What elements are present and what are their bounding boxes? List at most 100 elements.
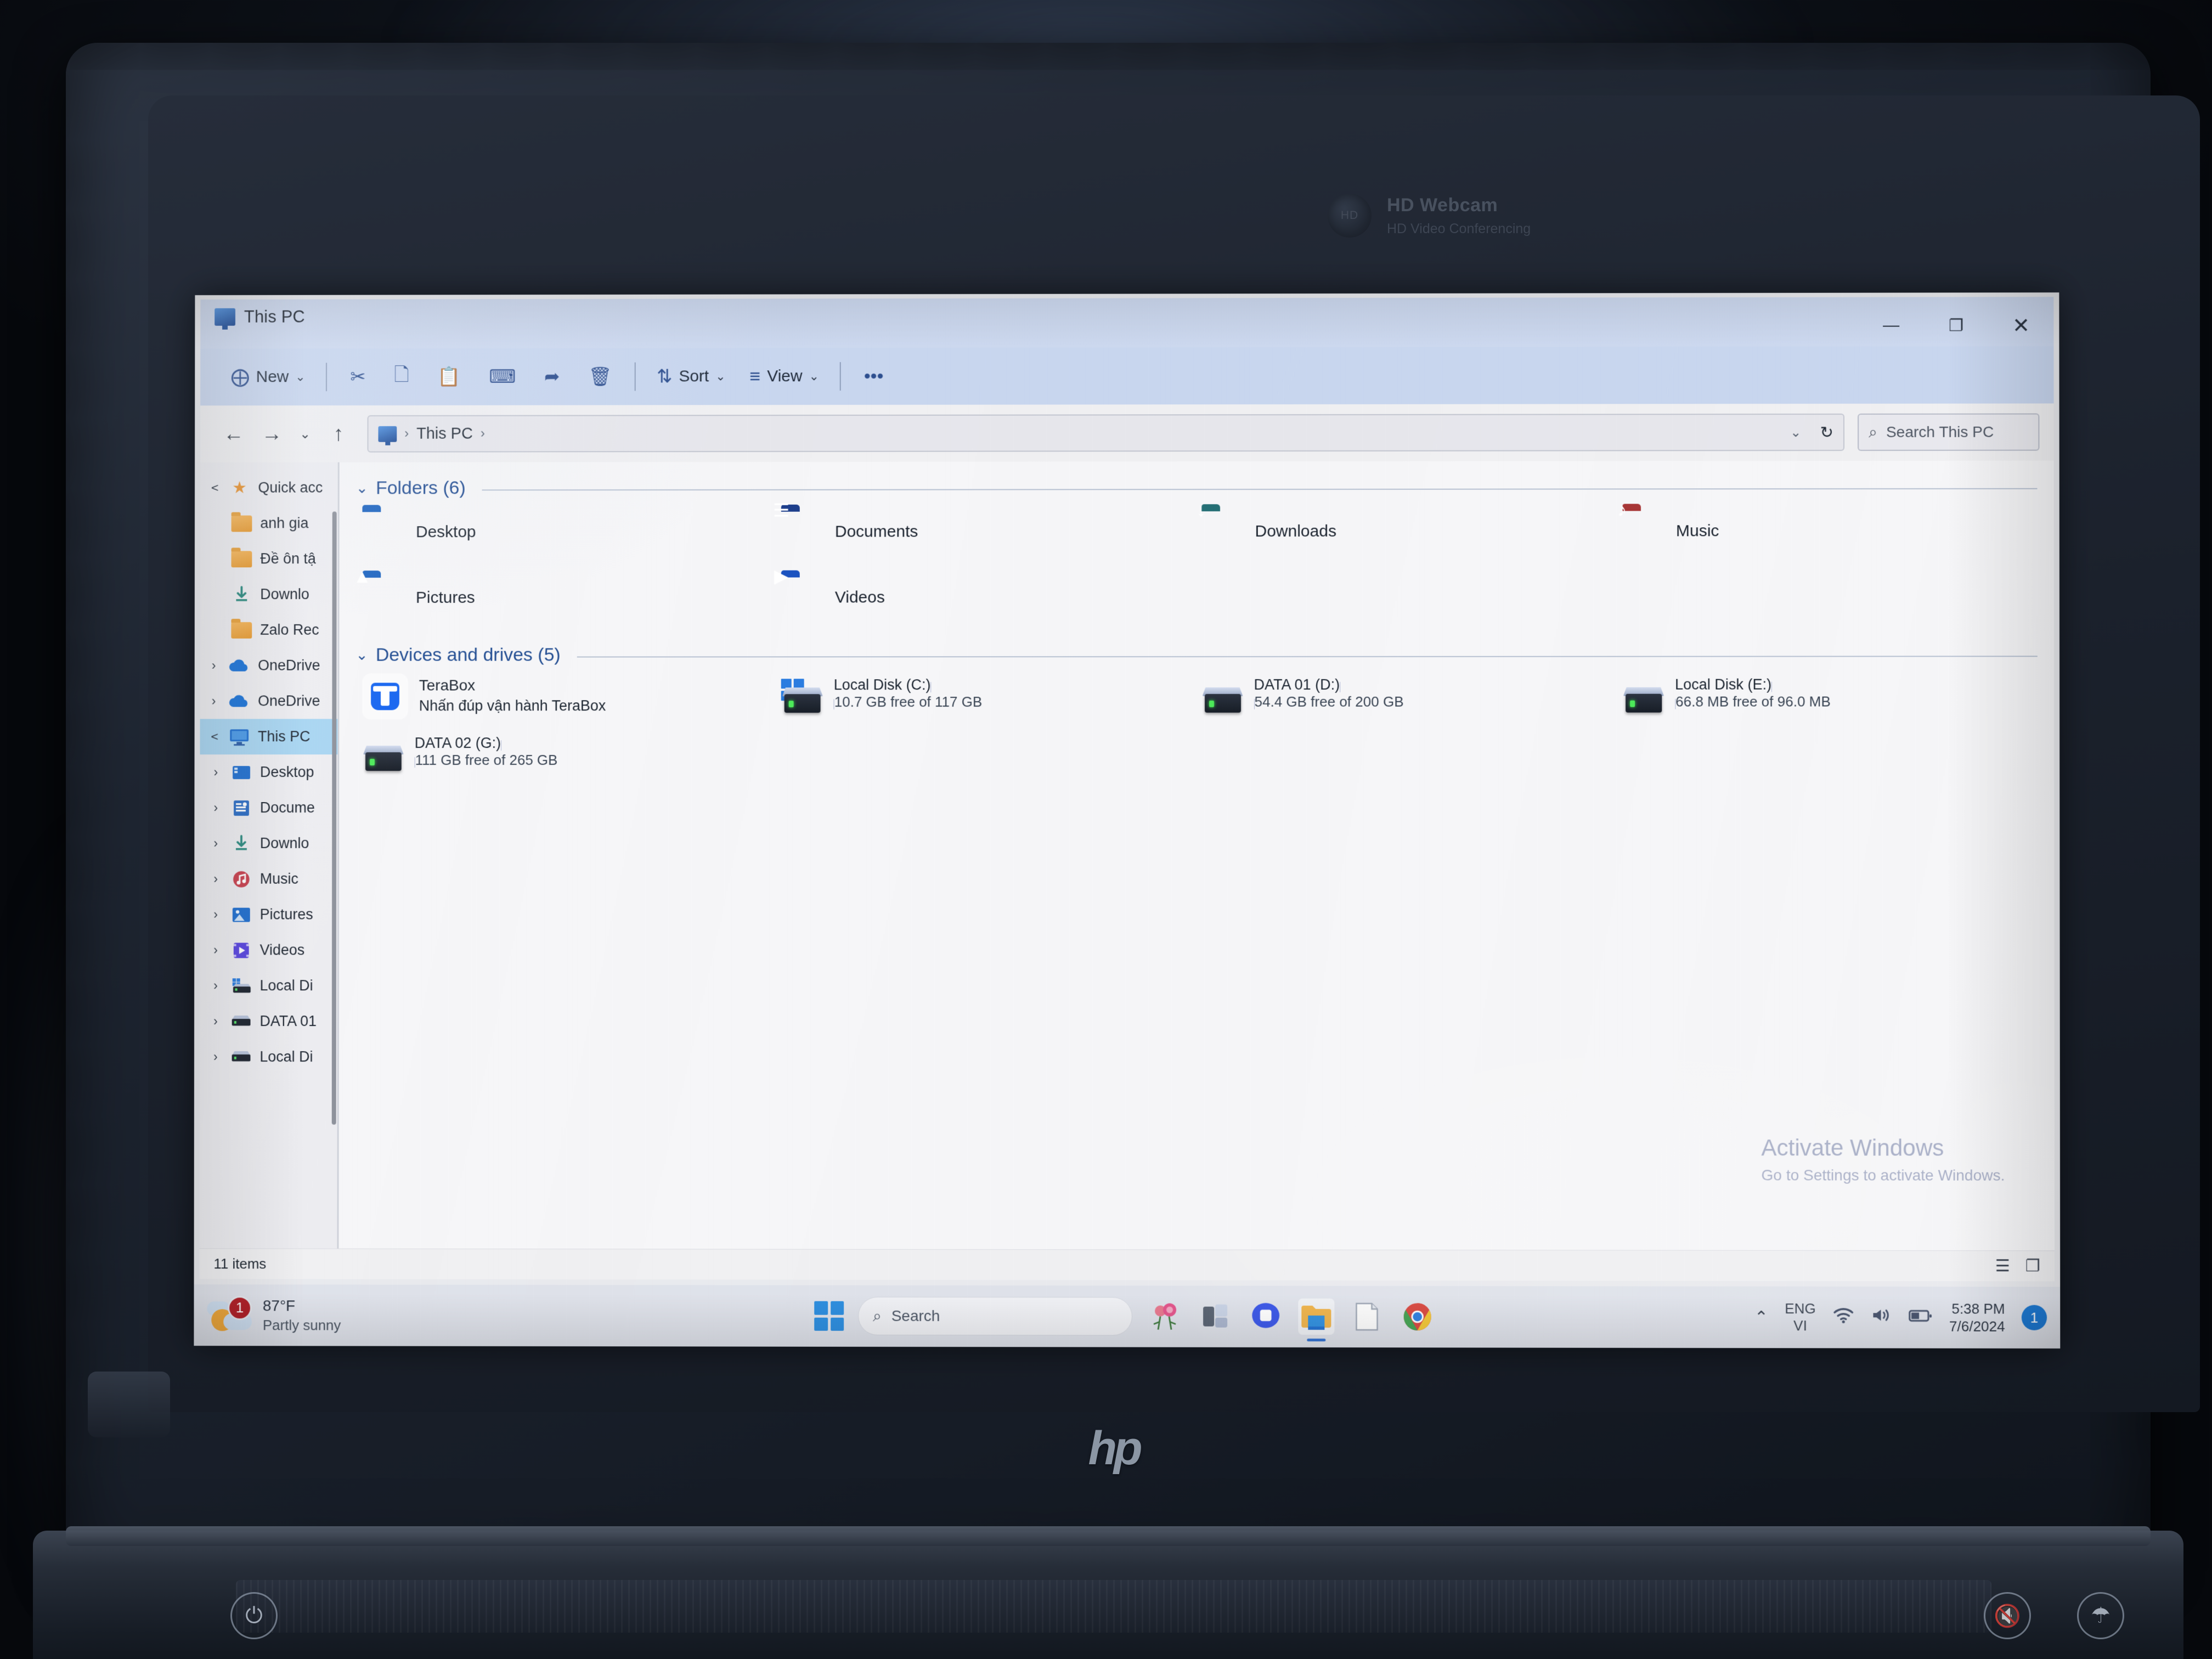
maximize-button[interactable]: ❐ (1923, 304, 1989, 346)
file-explorer-icon[interactable] (1298, 1298, 1335, 1335)
taskbar-search[interactable]: ⌕ Search (858, 1296, 1132, 1336)
plus-circle-icon: ⨁ (230, 366, 250, 388)
chevron-down-icon-folders[interactable]: ⌄ (356, 480, 369, 497)
chevron-down-icon[interactable]: ˅ (206, 481, 221, 495)
weather-widget[interactable]: 1 87°F Partly sunny (207, 1295, 341, 1335)
sidebar-item-quick-acc[interactable]: ˅ ★ Quick acc (200, 470, 340, 506)
notepad-icon[interactable] (1348, 1299, 1385, 1335)
clock[interactable]: 5:38 PM 7/6/2024 (1949, 1300, 2005, 1335)
language-indicator[interactable]: ENG VI (1785, 1300, 1816, 1335)
share-button[interactable]: ➦ (530, 357, 574, 397)
drive-item-data-01-d[interactable]: DATA 01 (D:) 54.4 GB free of 200 GB (1195, 668, 1616, 726)
sidebar-item-zalo-rec[interactable]: Zalo Rec (200, 612, 340, 648)
explorer-tab[interactable]: This PC (215, 307, 305, 327)
chevron-right-icon[interactable]: › (207, 658, 221, 673)
sidebar-item-onedrive[interactable]: › OneDrive (200, 648, 340, 684)
sidebar-item-anh-gia[interactable]: anh gia (200, 505, 340, 541)
zalo-icon[interactable] (1248, 1299, 1284, 1335)
wireless-icon[interactable]: ☂ (2077, 1592, 2124, 1639)
recent-locations-button[interactable]: ⌄ (291, 415, 319, 453)
speaker-mute-icon[interactable]: 🔇 (1984, 1592, 2031, 1639)
drive-icon (362, 740, 405, 776)
sidebar-item-videos[interactable]: › Videos (200, 933, 339, 968)
sidebar-scrollbar[interactable] (331, 511, 337, 1125)
chevron-right-icon[interactable]: › (208, 978, 223, 993)
address-dropdown-icon[interactable]: ⌄ (1790, 424, 1801, 440)
paste-button[interactable]: 📋 (423, 357, 475, 397)
volume-icon[interactable] (1871, 1306, 1892, 1328)
notification-badge[interactable]: 1 (2021, 1305, 2047, 1330)
chevron-right-icon[interactable]: › (208, 800, 223, 815)
drives-grid: TeraBox Nhấn đúp vận hành TeraBox Local … (356, 667, 2038, 784)
minimize-button[interactable]: — (1859, 304, 1923, 346)
chevron-right-icon[interactable]: › (208, 1014, 223, 1029)
sidebar-item-this-pc[interactable]: ˅ This PC (200, 719, 340, 755)
sidebar-item-onedrive[interactable]: › OneDrive (200, 684, 340, 719)
windows-drive-icon (781, 679, 824, 718)
drives-group-header[interactable]: ⌄ Devices and drives (5) (356, 644, 2038, 665)
back-button[interactable]: ← (215, 415, 253, 453)
tray-overflow-button[interactable]: ⌃ (1754, 1308, 1768, 1327)
chevron-down-icon[interactable]: ˅ (206, 730, 221, 744)
system-tray: ⌃ ENG VI 5:38 PM 7/6/2024 1 (1754, 1299, 2047, 1335)
search-input[interactable]: Search This PC (1886, 424, 1994, 441)
chevron-down-icon-sort: ⌄ (715, 369, 726, 383)
folder-item-downloads[interactable]: ↓ Downloads (1194, 500, 1615, 566)
breadcrumb[interactable]: › This PC › ⌄ ↻ (367, 413, 1845, 453)
chevron-right-icon[interactable]: › (208, 1049, 223, 1064)
drive-item-data-02-g[interactable]: DATA 02 (G:) 111 GB free of 265 GB (356, 726, 775, 784)
sidebar-item-downlo[interactable]: › Downlo (200, 826, 339, 861)
cut-button[interactable]: ✂ (336, 357, 380, 397)
chevron-right-icon[interactable]: › (208, 765, 223, 780)
folder-item-desktop[interactable]: Desktop (356, 501, 775, 567)
folder-item-documents[interactable]: ☰ Documents (773, 500, 1194, 566)
sidebar-item-local-di[interactable]: › Local Di (200, 968, 339, 1003)
chevron-down-icon-drives[interactable]: ⌄ (356, 647, 368, 664)
large-icons-view-button[interactable]: ❐ (2025, 1256, 2040, 1276)
sidebar-item-n-t[interactable]: Đề ôn tậ (200, 541, 340, 577)
folder-item-videos[interactable]: ▶ Videos (774, 566, 1194, 632)
folders-group-header[interactable]: ⌄ Folders (6) (356, 476, 2038, 499)
refresh-button[interactable]: ↻ (1820, 422, 1833, 442)
folder-item-pictures[interactable]: ▲ Pictures (353, 566, 775, 633)
battery-icon[interactable] (1909, 1307, 1933, 1328)
sidebar-item-label: Đề ôn tậ (260, 550, 316, 567)
drive-item-local-disk-c[interactable]: Local Disk (C:) 10.7 GB free of 117 GB (775, 668, 1195, 726)
power-button-icon[interactable]: ⏻ (230, 1592, 278, 1639)
clock-date: 7/6/2024 (1949, 1318, 2005, 1335)
sidebar-item-data-01[interactable]: › DATA 01 (200, 1003, 339, 1039)
forward-button[interactable]: → (253, 415, 291, 453)
sidebar-item-desktop[interactable]: › Desktop (200, 754, 339, 790)
copy-button[interactable]: 🗋 (380, 357, 423, 397)
close-button[interactable]: ✕ (1989, 304, 2054, 346)
roses-icon[interactable] (1147, 1299, 1183, 1335)
windows-start-icon[interactable] (814, 1301, 844, 1331)
view-button[interactable]: ≡ View ⌄ (737, 357, 831, 396)
chevron-right-icon[interactable]: › (208, 907, 223, 922)
sidebar-item-local-di[interactable]: › Local Di (200, 1039, 339, 1075)
sort-button[interactable]: ⇅ Sort ⌄ (645, 357, 738, 396)
details-view-button[interactable]: ☰ (1995, 1256, 2010, 1276)
drive-item-local-disk-e[interactable]: Local Disk (E:) 66.8 MB free of 96.0 MB (1616, 667, 2038, 725)
new-button[interactable]: ⨁ New ⌄ (219, 357, 318, 397)
chevron-right-icon[interactable]: › (207, 694, 221, 709)
task-view-icon[interactable] (1197, 1299, 1233, 1335)
chrome-icon[interactable] (1400, 1299, 1436, 1335)
sidebar-item-music[interactable]: › Music (200, 861, 339, 897)
breadcrumb-item-this-pc[interactable]: This PC (416, 425, 473, 443)
chevron-right-icon[interactable]: › (208, 836, 223, 851)
sidebar-item-downlo[interactable]: Downlo (200, 577, 340, 612)
wifi-icon[interactable] (1832, 1306, 1854, 1328)
rename-button[interactable]: ⌨ (475, 357, 530, 397)
more-options-button[interactable]: ••• (850, 357, 898, 396)
sidebar-item-docume[interactable]: › Docume (200, 790, 339, 826)
up-button[interactable]: ↑ (319, 415, 358, 453)
chevron-right-icon[interactable]: › (208, 943, 223, 957)
drive-item-terabox[interactable]: TeraBox Nhấn đúp vận hành TeraBox (356, 668, 775, 726)
delete-button[interactable]: 🗑 (574, 357, 626, 397)
taskbar-search-input[interactable]: Search (891, 1307, 940, 1325)
folder-item-music[interactable]: ♪ Music (1616, 499, 2038, 566)
chevron-right-icon[interactable]: › (208, 872, 223, 887)
sidebar-item-pictures[interactable]: › Pictures (200, 897, 339, 933)
search-box[interactable]: ⌕ Search This PC (1858, 413, 2040, 451)
